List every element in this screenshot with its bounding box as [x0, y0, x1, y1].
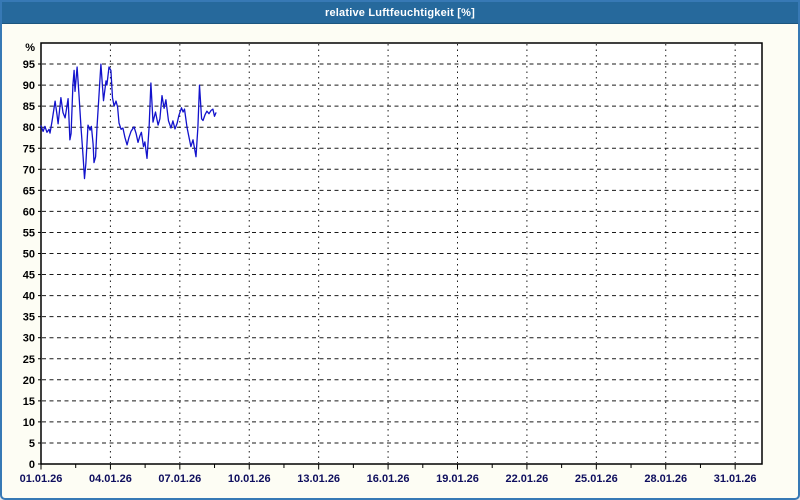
y-tick-label: 30 — [23, 333, 35, 345]
y-tick-label: 60 — [23, 206, 35, 218]
y-tick-label: 0 — [29, 459, 35, 471]
y-tick-label: 20 — [23, 375, 35, 387]
y-tick-label: 15 — [23, 396, 35, 408]
x-tick-label: 25.01.26 — [575, 473, 618, 485]
x-tick-label: 22.01.26 — [505, 473, 548, 485]
y-tick-label: 80 — [23, 122, 35, 134]
x-tick-label: 10.01.26 — [228, 473, 271, 485]
y-axis-unit: % — [25, 42, 35, 54]
y-tick-label: 5 — [29, 438, 35, 450]
y-tick-label: 35 — [23, 312, 35, 324]
x-tick-label: 07.01.26 — [158, 473, 201, 485]
y-tick-label: 85 — [23, 101, 35, 113]
x-tick-label: 13.01.26 — [297, 473, 340, 485]
x-tick-label: 04.01.26 — [89, 473, 132, 485]
y-tick-label: 40 — [23, 291, 35, 303]
y-tick-label: 70 — [23, 164, 35, 176]
y-tick-label: 75 — [23, 143, 35, 155]
title-bar: relative Luftfeuchtigkeit [%] — [2, 2, 798, 24]
y-tick-label: 45 — [23, 270, 35, 282]
humidity-line-chart: 0 5 10 15 20 25 30 35 40 45 50 55 60 65 70 75 80 85 90 95% 0… — [20, 42, 763, 485]
x-tick-label: 16.01.26 — [367, 473, 410, 485]
x-tick-label: 31.01.26 — [714, 473, 757, 485]
y-tick-label: 55 — [23, 227, 35, 239]
x-tick-label: 19.01.26 — [436, 473, 479, 485]
y-tick-label: 95 — [23, 59, 35, 71]
y-tick-label: 10 — [23, 417, 35, 429]
y-tick-label: 65 — [23, 185, 35, 197]
app-window: relative Luftfeuchtigkeit [%] 0 5 10 15 20 25… — [0, 0, 800, 500]
x-tick-label: 01.01.26 — [20, 473, 63, 485]
x-tick-label: 28.01.26 — [644, 473, 687, 485]
y-tick-label: 25 — [23, 354, 35, 366]
chart-title: relative Luftfeuchtigkeit [%] — [324, 6, 476, 19]
y-tick-label: 50 — [23, 249, 35, 261]
y-tick-label: 90 — [23, 80, 35, 92]
